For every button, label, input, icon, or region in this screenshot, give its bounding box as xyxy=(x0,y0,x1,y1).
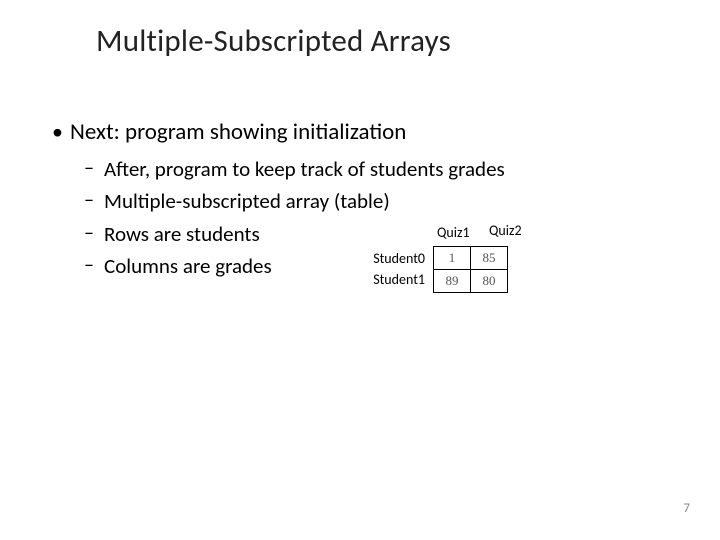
bullet-main: Next: program showing initialization xyxy=(48,118,668,147)
grades-table: Quiz1 Quiz2 Student0 Student1 1 85 89 80 xyxy=(433,222,508,293)
slide: Multiple-Subscripted Arrays Next: progra… xyxy=(0,0,720,540)
row-header: Student0 xyxy=(353,250,433,267)
col-header: Quiz2 xyxy=(489,222,522,239)
table-row: 1 85 xyxy=(434,247,508,270)
table-row-headers: Student0 Student1 xyxy=(353,246,433,288)
table-col-headers: Quiz1 Quiz2 xyxy=(433,222,508,242)
table-data: 1 85 89 80 xyxy=(433,246,508,293)
row-header: Student1 xyxy=(353,271,433,288)
slide-title: Multiple-Subscripted Arrays xyxy=(96,22,451,60)
table-row: 89 80 xyxy=(434,270,508,293)
bullet-sub: After, program to keep track of students… xyxy=(48,153,668,186)
table-cell: 89 xyxy=(434,270,471,293)
col-header: Quiz1 xyxy=(437,224,470,241)
table-cell: 80 xyxy=(471,270,508,293)
table-cell: 1 xyxy=(434,247,471,270)
page-number: 7 xyxy=(683,501,690,516)
table-cell: 85 xyxy=(471,247,508,270)
bullet-sub: Multiple-subscripted array (table) xyxy=(48,185,668,218)
